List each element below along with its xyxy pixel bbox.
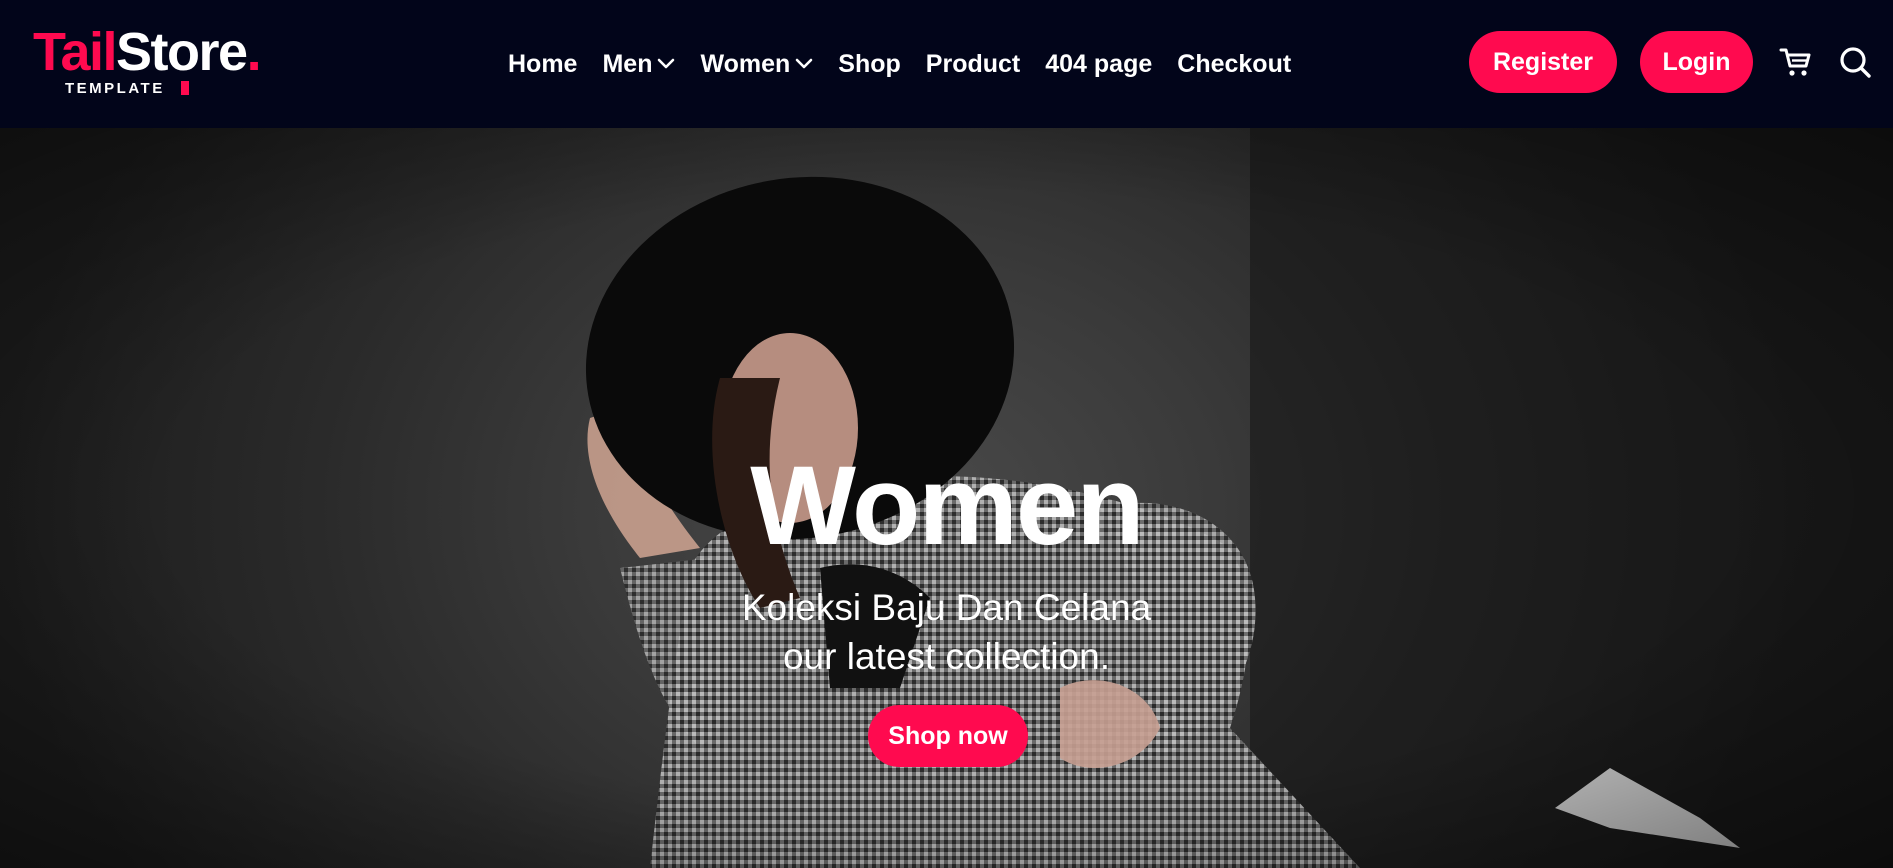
- chevron-down-icon: [658, 58, 675, 69]
- nav-item-label: Checkout: [1177, 49, 1292, 78]
- site-header: TailStore. TEMPLATE Home Men Women Shop …: [0, 0, 1893, 128]
- brand-logo[interactable]: TailStore. TEMPLATE: [33, 22, 293, 102]
- hero-subtitle-line2: our latest collection.: [782, 636, 1110, 677]
- brand-name: TailStore.: [33, 22, 262, 82]
- chevron-down-icon: [795, 58, 813, 69]
- hero-banner: Women Koleksi Baju Dan Celana our latest…: [0, 128, 1893, 868]
- brand-subtitle: TEMPLATE: [65, 80, 165, 97]
- nav-item-404-page[interactable]: 404 page: [1045, 50, 1152, 79]
- nav-item-shop[interactable]: Shop: [838, 50, 901, 79]
- nav-item-label: Women: [700, 49, 791, 78]
- nav-item-label: 404 page: [1045, 49, 1153, 78]
- shop-now-button[interactable]: Shop now: [868, 705, 1028, 767]
- cart-icon[interactable]: [1778, 44, 1814, 80]
- register-button[interactable]: Register: [1469, 31, 1617, 93]
- brand-name-dot: .: [246, 22, 262, 82]
- brand-name-part2: Store: [116, 22, 248, 82]
- nav-item-label: Home: [508, 49, 578, 78]
- main-nav: Home Men Women Shop Product 404 page Che…: [508, 44, 1291, 84]
- nav-item-label: Product: [925, 49, 1021, 78]
- nav-item-product[interactable]: Product: [926, 50, 1020, 79]
- brand-name-part1: Tail: [33, 22, 118, 82]
- search-icon[interactable]: [1837, 44, 1873, 80]
- nav-item-home[interactable]: Home: [508, 50, 577, 79]
- nav-item-label: Shop: [838, 49, 901, 78]
- brand-accent-bar: [181, 81, 189, 95]
- hero-title: Women: [750, 443, 1144, 568]
- nav-item-women[interactable]: Women: [700, 50, 813, 79]
- nav-item-label: Men: [602, 49, 653, 78]
- hero-content: Women Koleksi Baju Dan Celana our latest…: [0, 128, 1893, 868]
- nav-item-checkout[interactable]: Checkout: [1177, 50, 1291, 79]
- nav-item-men[interactable]: Men: [602, 50, 675, 79]
- login-button[interactable]: Login: [1640, 31, 1753, 93]
- hero-subtitle: Koleksi Baju Dan Celana: [741, 587, 1152, 628]
